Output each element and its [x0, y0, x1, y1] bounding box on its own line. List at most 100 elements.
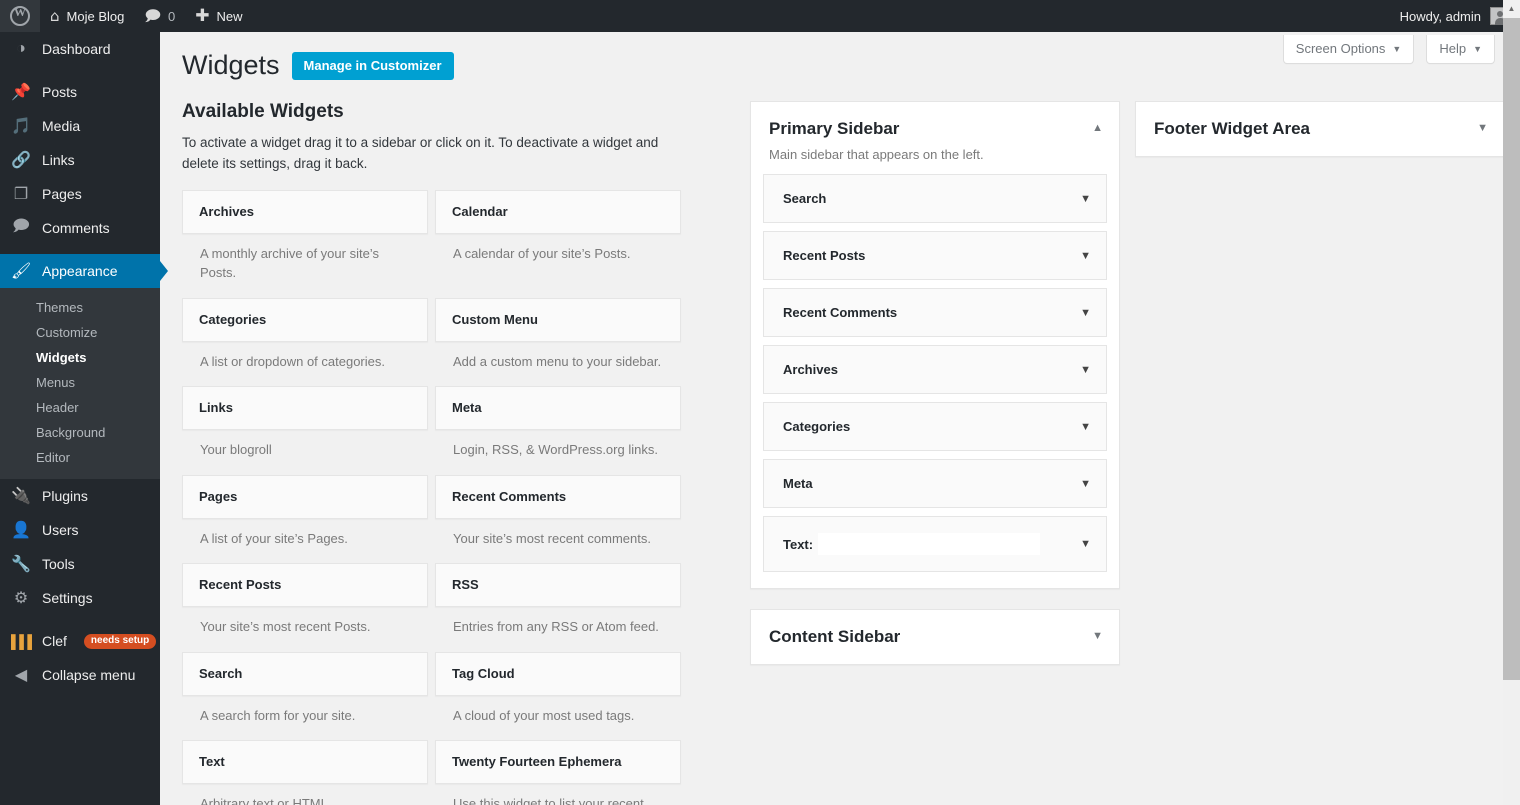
caret-down-icon[interactable]: ▼: [1080, 193, 1091, 205]
widget-card-meta[interactable]: Meta: [435, 386, 681, 431]
sidebar-item-plugins[interactable]: 🔌 Plugins: [0, 479, 160, 513]
widget-card-search[interactable]: Search: [182, 651, 428, 696]
widget-description: Use this widget to list your recent Asid…: [453, 796, 644, 805]
wrench-icon: 🔧: [11, 556, 31, 573]
sidebar-widget-label: Archives: [783, 362, 838, 378]
sidebar-item-posts[interactable]: 📌 Posts: [0, 75, 160, 109]
sidebar-panel-header[interactable]: Content Sidebar ▼: [751, 610, 1119, 664]
caret-down-icon[interactable]: ▼: [1080, 250, 1091, 262]
main-content: Screen Options ▼ Help ▼ Widgets Manage i…: [160, 32, 1505, 805]
manage-in-customizer-button[interactable]: Manage in Customizer: [291, 51, 454, 80]
widget-tile: Calendar A calendar of your site’s Posts…: [435, 189, 681, 293]
comment-bubble-icon: 🗩: [144, 6, 161, 25]
sidebar-item-label: Tools: [42, 556, 75, 572]
sidebar-item-label: Comments: [42, 220, 110, 236]
sidebar-panel-primary: Primary Sidebar Main sidebar that appear…: [750, 101, 1120, 590]
caret-up-icon[interactable]: ▲: [1092, 122, 1103, 134]
submenu-item-background[interactable]: Background: [0, 420, 160, 445]
sidebar-areas: Primary Sidebar Main sidebar that appear…: [734, 101, 1505, 805]
sidebar-panel-header[interactable]: Primary Sidebar Main sidebar that appear…: [751, 102, 1119, 174]
widget-card-categories[interactable]: Categories: [182, 297, 428, 342]
sidebar-item-media[interactable]: 🎵 Media: [0, 109, 160, 143]
sidebar-panel-content: Content Sidebar ▼: [750, 609, 1120, 666]
widget-card-pages[interactable]: Pages: [182, 474, 428, 519]
sidebar-item-settings[interactable]: ⚙ Settings: [0, 581, 160, 615]
sidebar-item-comments[interactable]: 🗩 Comments: [0, 211, 160, 245]
sidebar-widget-recent-posts[interactable]: Recent Posts ▼: [763, 231, 1107, 281]
scroll-up-arrow-icon[interactable]: ▲: [1503, 0, 1520, 17]
screen-meta-links: Screen Options ▼ Help ▼: [1282, 35, 1495, 64]
sidebar-item-links[interactable]: 🔗 Links: [0, 143, 160, 177]
collapse-menu-button[interactable]: ◀ Collapse menu: [0, 658, 160, 692]
sidebar-widget-search[interactable]: Search ▼: [763, 174, 1107, 224]
widget-tile: Categories A list or dropdown of categor…: [182, 297, 428, 382]
sidebar-item-label: Dashboard: [42, 41, 111, 57]
caret-down-icon[interactable]: ▼: [1080, 307, 1091, 319]
account-menu[interactable]: Howdy, admin: [1390, 0, 1520, 32]
sidebar-widget-categories[interactable]: Categories ▼: [763, 402, 1107, 452]
admin-bar: ⌂ Moje Blog 🗩 0 ✚ New Howdy, admin: [0, 0, 1520, 32]
new-content-menu[interactable]: ✚ New: [185, 0, 252, 32]
sidebar-widget-text[interactable]: Text: ▼: [763, 516, 1107, 573]
sidebar-item-dashboard[interactable]: ◑ Dashboard: [0, 32, 160, 66]
submenu-item-menus[interactable]: Menus: [0, 370, 160, 395]
widget-card-archives[interactable]: Archives: [182, 189, 428, 234]
comments-bubble[interactable]: 🗩 0: [134, 0, 185, 32]
widget-tile: Text Arbitrary text or HTML.: [182, 740, 428, 805]
widget-description: A list of your site’s Pages.: [200, 530, 348, 546]
sidebar-panel-title: Footer Widget Area: [1154, 119, 1311, 139]
wp-logo-menu[interactable]: [0, 0, 40, 32]
submenu-item-themes[interactable]: Themes: [0, 295, 160, 320]
widget-card-rss[interactable]: RSS: [435, 563, 681, 608]
site-name-menu[interactable]: ⌂ Moje Blog: [40, 0, 134, 32]
widget-card-twenty-fourteen-ephemera[interactable]: Twenty Fourteen Ephemera: [435, 740, 681, 785]
user-icon: 👤: [11, 522, 31, 539]
widget-tile: Search A search form for your site.: [182, 651, 428, 736]
widget-card-custom-menu[interactable]: Custom Menu: [435, 297, 681, 342]
submenu-item-customize[interactable]: Customize: [0, 320, 160, 345]
submenu-item-header[interactable]: Header: [0, 395, 160, 420]
sidebar-widget-meta[interactable]: Meta ▼: [763, 459, 1107, 509]
comment-icon: 🗩: [12, 217, 30, 235]
widget-description: Your site’s most recent Posts.: [200, 619, 371, 635]
sidebar-item-pages[interactable]: ❐ Pages: [0, 177, 160, 211]
sidebar-widget-recent-comments[interactable]: Recent Comments ▼: [763, 288, 1107, 338]
scrollbar-thumb[interactable]: [1503, 18, 1520, 680]
sidebar-widget-archives[interactable]: Archives ▼: [763, 345, 1107, 395]
pin-icon: 📌: [11, 84, 31, 101]
link-icon: 🔗: [11, 152, 31, 169]
page-scrollbar[interactable]: ▲: [1503, 0, 1520, 805]
sidebar-item-label: Appearance: [42, 263, 118, 279]
widget-card-recent-comments[interactable]: Recent Comments: [435, 474, 681, 519]
sidebar-panel-title: Content Sidebar: [769, 627, 901, 647]
widget-description: Login, RSS, & WordPress.org links.: [453, 442, 658, 458]
caret-down-icon[interactable]: ▼: [1080, 364, 1091, 376]
sidebar-item-appearance[interactable]: 🖌 Appearance: [0, 254, 168, 288]
caret-down-icon[interactable]: ▼: [1080, 538, 1091, 550]
caret-down-icon[interactable]: ▼: [1080, 478, 1091, 490]
screen-options-button[interactable]: Screen Options ▼: [1282, 35, 1415, 64]
menu-separator: [0, 245, 160, 254]
widget-title-input[interactable]: [818, 533, 1041, 556]
sidebar-item-tools[interactable]: 🔧 Tools: [0, 547, 160, 581]
widget-tile: Recent Posts Your site’s most recent Pos…: [182, 563, 428, 647]
submenu-item-editor[interactable]: Editor: [0, 445, 160, 470]
sidebar-panel-header[interactable]: Footer Widget Area ▼: [1136, 102, 1504, 156]
submenu-item-widgets[interactable]: Widgets: [0, 345, 160, 370]
caret-down-icon[interactable]: ▼: [1477, 122, 1488, 134]
widget-card-tag-cloud[interactable]: Tag Cloud: [435, 651, 681, 696]
help-button[interactable]: Help ▼: [1426, 35, 1495, 64]
caret-down-icon[interactable]: ▼: [1080, 421, 1091, 433]
widget-card-recent-posts[interactable]: Recent Posts: [182, 563, 428, 608]
sidebar-item-clef[interactable]: ▌▌▌ Clef needs setup: [0, 624, 160, 658]
sidebar-item-label: Pages: [42, 186, 82, 202]
sidebar-item-users[interactable]: 👤 Users: [0, 513, 160, 547]
widget-card-calendar[interactable]: Calendar: [435, 189, 681, 234]
widget-card-links[interactable]: Links: [182, 386, 428, 431]
caret-down-icon[interactable]: ▼: [1092, 630, 1103, 642]
sidebar-column-right: Footer Widget Area ▼: [1135, 101, 1505, 805]
widget-card-text[interactable]: Text: [182, 740, 428, 785]
widget-description: A calendar of your site’s Posts.: [453, 245, 631, 261]
sidebar-item-label: Links: [42, 152, 75, 168]
clef-bars-icon: ▌▌▌: [11, 633, 37, 649]
